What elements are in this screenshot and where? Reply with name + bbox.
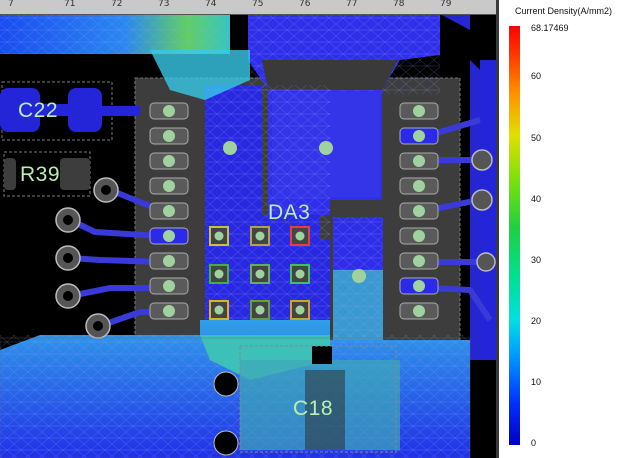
ruler-label: 73 (158, 0, 170, 9)
legend-tick-label: 10 (531, 377, 542, 387)
horizontal-ruler: 7 71 72 73 74 75 76 77 78 79 (0, 0, 496, 15)
ruler-label: 79 (440, 0, 452, 9)
legend-tick-label: 0 (531, 438, 537, 448)
pcb-canvas[interactable] (0, 0, 496, 458)
legend-tick-label: 60 (531, 71, 542, 81)
legend-title: Current Density(A/mm2) (515, 6, 613, 16)
pcb-analysis-window: 7 71 72 73 74 75 76 77 78 79 C22 R39 DA3… (0, 0, 624, 458)
component-label-r39: R39 (20, 163, 61, 186)
layout-viewport[interactable]: 7 71 72 73 74 75 76 77 78 79 C22 R39 DA3… (0, 0, 496, 458)
left-pin-column (149, 102, 189, 320)
component-label-c22: C22 (18, 99, 59, 122)
legend-tick-label: 50 (531, 133, 542, 143)
ruler-label: 71 (64, 0, 76, 9)
ruler-label: 75 (252, 0, 264, 9)
component-label-c18: C18 (293, 397, 334, 420)
ruler-label: 74 (205, 0, 217, 9)
ruler-label: 72 (111, 0, 123, 9)
ruler-label: 7 (8, 0, 14, 9)
component-label-da3: DA3 (268, 201, 311, 224)
colorbar (509, 26, 520, 445)
color-legend-panel: Current Density(A/mm2) 68.17469 60 50 40… (499, 0, 624, 458)
legend-tick-label: 20 (531, 316, 542, 326)
legend-max-label: 68.17469 (531, 23, 569, 33)
ruler-label: 78 (393, 0, 405, 9)
right-pin-column (399, 102, 439, 320)
legend-tick-label: 30 (531, 255, 542, 265)
legend-tick-label: 40 (531, 194, 542, 204)
ruler-label: 77 (346, 0, 358, 9)
ruler-label: 76 (299, 0, 311, 9)
